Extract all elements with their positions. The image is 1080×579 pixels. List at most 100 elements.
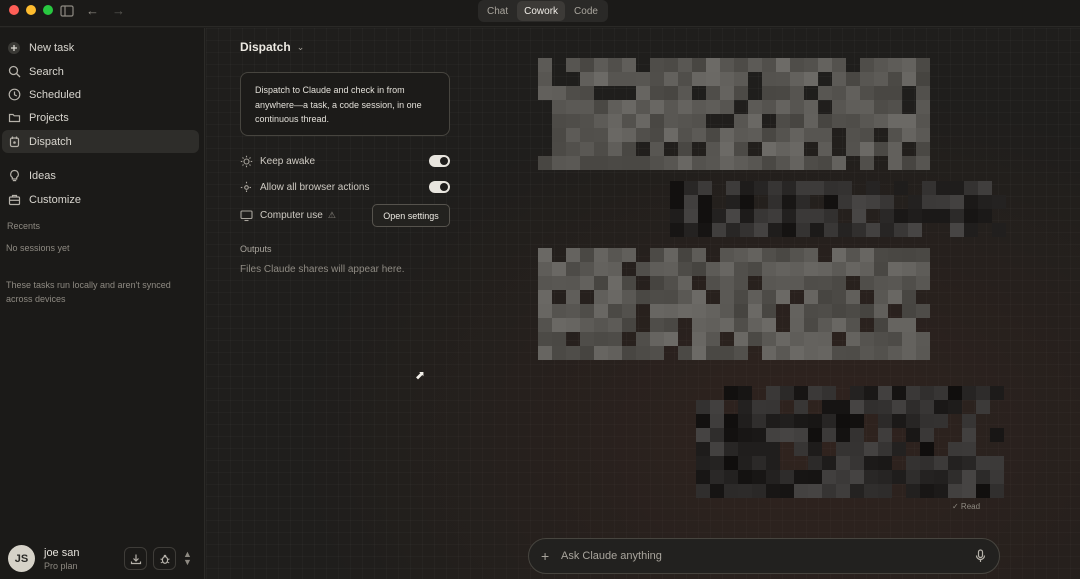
sidebar-item-customize[interactable]: Customize [2,188,199,211]
download-button[interactable] [124,547,147,570]
sidebar-item-projects[interactable]: Projects [2,106,199,129]
redacted-pixel [850,414,864,428]
page-title[interactable]: Dispatch ⌄ [240,40,304,54]
redacted-pixel [794,442,808,456]
sidebar-item-scheduled[interactable]: Scheduled [2,83,199,106]
tab-cowork[interactable]: Cowork [517,1,566,21]
redacted-pixel [608,128,622,142]
redacted-pixel [724,456,738,470]
redacted-pixel [538,58,552,72]
keep-awake-toggle[interactable] [429,155,450,167]
open-settings-button[interactable]: Open settings [372,204,450,227]
redacted-pixel [916,72,930,86]
redacted-pixel [790,72,804,86]
redacted-pixel [664,58,678,72]
redacted-pixel [832,100,846,114]
sidebar-item-search[interactable]: Search [2,60,199,83]
user-account-row[interactable]: JS joe san Pro plan ▲ ▼ [0,543,205,579]
redacted-pixel [748,318,762,332]
redacted-pixel [766,470,780,484]
redacted-pixel [608,346,622,360]
redacted-pixel [622,156,636,170]
redacted-pixel [678,248,692,262]
redacted-pixel [964,223,978,237]
ask-claude-input[interactable] [561,546,973,566]
redacted-pixel [692,248,706,262]
redacted-pixel [804,128,818,142]
redacted-pixel [920,470,934,484]
redacted-pixel [808,414,822,428]
redacted-pixel [916,128,930,142]
redacted-pixel [920,456,934,470]
redacted-pixel [776,248,790,262]
redacted-pixel [776,142,790,156]
redacted-pixel [950,195,964,209]
redacted-pixel [724,386,738,400]
bug-report-button[interactable] [153,547,176,570]
redacted-pixel [734,156,748,170]
tab-code[interactable]: Code [567,1,605,21]
redacted-pixel [780,484,794,498]
sidebar-item-new-task[interactable]: New task [2,36,199,59]
redacted-pixel [664,262,678,276]
redacted-pixel [818,142,832,156]
redacted-pixel [922,195,936,209]
redacted-pixel [780,386,794,400]
redacted-pixel [710,456,724,470]
redacted-pixel [824,181,838,195]
redacted-pixel [636,156,650,170]
redacted-pixel [692,100,706,114]
no-sessions-text: No sessions yet [6,243,70,253]
sidebar-item-ideas[interactable]: Ideas [2,164,199,187]
close-window-button[interactable] [9,5,19,15]
redacted-pixel [594,304,608,318]
redacted-pixel [864,386,878,400]
redacted-pixel [748,58,762,72]
redacted-pixel [880,223,894,237]
redacted-pixel [880,209,894,223]
redacted-pixel [636,128,650,142]
redacted-pixel [698,209,712,223]
allow-browser-actions-toggle[interactable] [429,181,450,193]
user-plan: Pro plan [44,561,78,571]
redacted-pixel [790,100,804,114]
sidebar-toggle-icon[interactable] [60,3,74,19]
microphone-icon[interactable] [973,549,987,563]
redacted-pixel [678,276,692,290]
redacted-pixel [832,72,846,86]
tab-chat[interactable]: Chat [480,1,515,21]
redacted-pixel [650,100,664,114]
redacted-pixel [836,428,850,442]
redacted-pixel [822,386,836,400]
redacted-pixel [670,195,684,209]
forward-arrow-icon[interactable]: → [112,3,125,19]
redacted-pixel [692,332,706,346]
maximize-window-button[interactable] [43,5,53,15]
back-arrow-icon[interactable]: ← [86,3,99,19]
redacted-pixel [864,400,878,414]
redacted-pixel [622,58,636,72]
redacted-pixel [748,332,762,346]
main-panel: Dispatch ⌄ Dispatch to Claude and check … [206,28,1080,579]
redacted-message [696,386,1004,498]
redacted-pixel [706,332,720,346]
redacted-pixel [724,414,738,428]
avatar[interactable]: JS [8,545,35,572]
add-attachment-icon[interactable]: + [541,549,555,563]
sidebar-item-dispatch[interactable]: Dispatch [2,130,199,153]
redacted-pixel [706,304,720,318]
sidebar: New task Search Scheduled Projects Dispa… [0,28,205,579]
redacted-pixel [650,142,664,156]
redacted-pixel [748,156,762,170]
redacted-pixel [804,248,818,262]
redacted-pixel [902,332,916,346]
redacted-pixel [768,195,782,209]
redacted-pixel [622,290,636,304]
option-keep-awake: Keep awake [240,152,450,170]
redacted-pixel [776,114,790,128]
redacted-pixel [692,318,706,332]
minimize-window-button[interactable] [26,5,36,15]
redacted-pixel [808,470,822,484]
redacted-pixel [720,290,734,304]
account-menu-chevron-icon[interactable]: ▲ ▼ [183,550,192,567]
